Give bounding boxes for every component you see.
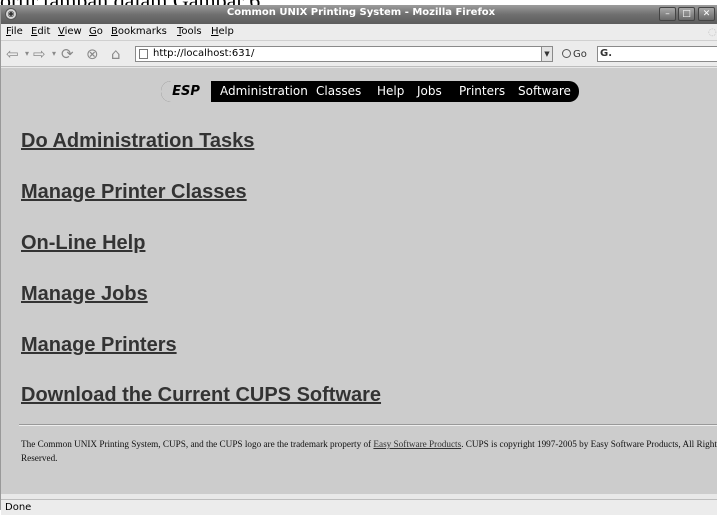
nav-printers-link[interactable]: Printers bbox=[459, 84, 505, 98]
menu-tools[interactable]: Tools bbox=[177, 26, 202, 37]
status-bar: Done bbox=[1, 499, 717, 515]
nav-classes-link[interactable]: Classes bbox=[316, 84, 361, 98]
forward-dropdown-icon[interactable]: ▾ bbox=[52, 45, 56, 63]
go-icon bbox=[562, 49, 571, 58]
url-bar[interactable]: http://localhost:631/ bbox=[135, 46, 553, 62]
close-button[interactable]: ✕ bbox=[698, 7, 715, 21]
menu-view[interactable]: View bbox=[58, 26, 82, 37]
home-icon[interactable]: ⌂ bbox=[111, 45, 121, 63]
nav-jobs-link[interactable]: Jobs bbox=[417, 84, 442, 98]
back-dropdown-icon[interactable]: ▾ bbox=[25, 45, 29, 63]
cups-nav-bar: ESP Administration Classes Help Jobs Pri… bbox=[161, 81, 579, 102]
menu-help[interactable]: Help bbox=[211, 26, 234, 37]
search-input[interactable]: G. bbox=[597, 46, 717, 62]
nav-software-link[interactable]: Software bbox=[518, 84, 571, 98]
search-engine-icon[interactable]: G. bbox=[600, 48, 612, 59]
throbber-icon: ◌ bbox=[708, 27, 717, 38]
browser-window: ◉ Common UNIX Printing System - Mozilla … bbox=[0, 5, 717, 515]
url-dropdown-button[interactable]: ▼ bbox=[541, 46, 553, 62]
window-title: Common UNIX Printing System - Mozilla Fi… bbox=[226, 7, 496, 18]
link-administration-tasks[interactable]: Do Administration Tasks bbox=[21, 130, 254, 153]
navigation-toolbar: ⇦ ▾ ⇨ ▾ ⟳ ⊗ ⌂ http://localhost:631/ ▼ Go… bbox=[1, 41, 717, 67]
link-printer-classes[interactable]: Manage Printer Classes bbox=[21, 181, 247, 204]
nav-administration-link[interactable]: Administration bbox=[220, 84, 308, 98]
link-download-software[interactable]: Download the Current CUPS Software bbox=[21, 384, 381, 407]
forward-arrow-icon[interactable]: ⇨ bbox=[33, 45, 46, 63]
maximize-button[interactable]: □ bbox=[678, 7, 695, 21]
page-content: ESP Administration Classes Help Jobs Pri… bbox=[1, 68, 717, 494]
link-manage-printers[interactable]: Manage Printers bbox=[21, 334, 177, 357]
menu-bar: File Edit View Go Bookmarks Tools Help ◌ bbox=[1, 24, 717, 41]
link-online-help[interactable]: On-Line Help bbox=[21, 232, 145, 255]
page-icon bbox=[139, 49, 148, 59]
minimize-button[interactable]: – bbox=[659, 7, 676, 21]
footer-esp-link[interactable]: Easy Software Products bbox=[373, 439, 461, 449]
menu-file[interactable]: File bbox=[6, 26, 23, 37]
title-bar[interactable]: ◉ Common UNIX Printing System - Mozilla … bbox=[1, 5, 717, 24]
back-arrow-icon[interactable]: ⇦ bbox=[6, 45, 19, 63]
divider bbox=[19, 424, 717, 426]
url-text[interactable]: http://localhost:631/ bbox=[153, 48, 254, 59]
nav-help-link[interactable]: Help bbox=[377, 84, 404, 98]
stop-icon[interactable]: ⊗ bbox=[86, 45, 99, 63]
go-button[interactable]: Go bbox=[562, 49, 587, 60]
reload-icon[interactable]: ⟳ bbox=[61, 45, 74, 63]
menu-go[interactable]: Go bbox=[89, 26, 103, 37]
menu-edit[interactable]: Edit bbox=[31, 26, 50, 37]
footer-text: The Common UNIX Printing System, CUPS, a… bbox=[21, 439, 717, 463]
menu-bookmarks[interactable]: Bookmarks bbox=[111, 26, 167, 37]
nav-esp-link[interactable]: ESP bbox=[161, 81, 211, 102]
status-text: Done bbox=[5, 502, 32, 513]
link-manage-jobs[interactable]: Manage Jobs bbox=[21, 283, 148, 306]
